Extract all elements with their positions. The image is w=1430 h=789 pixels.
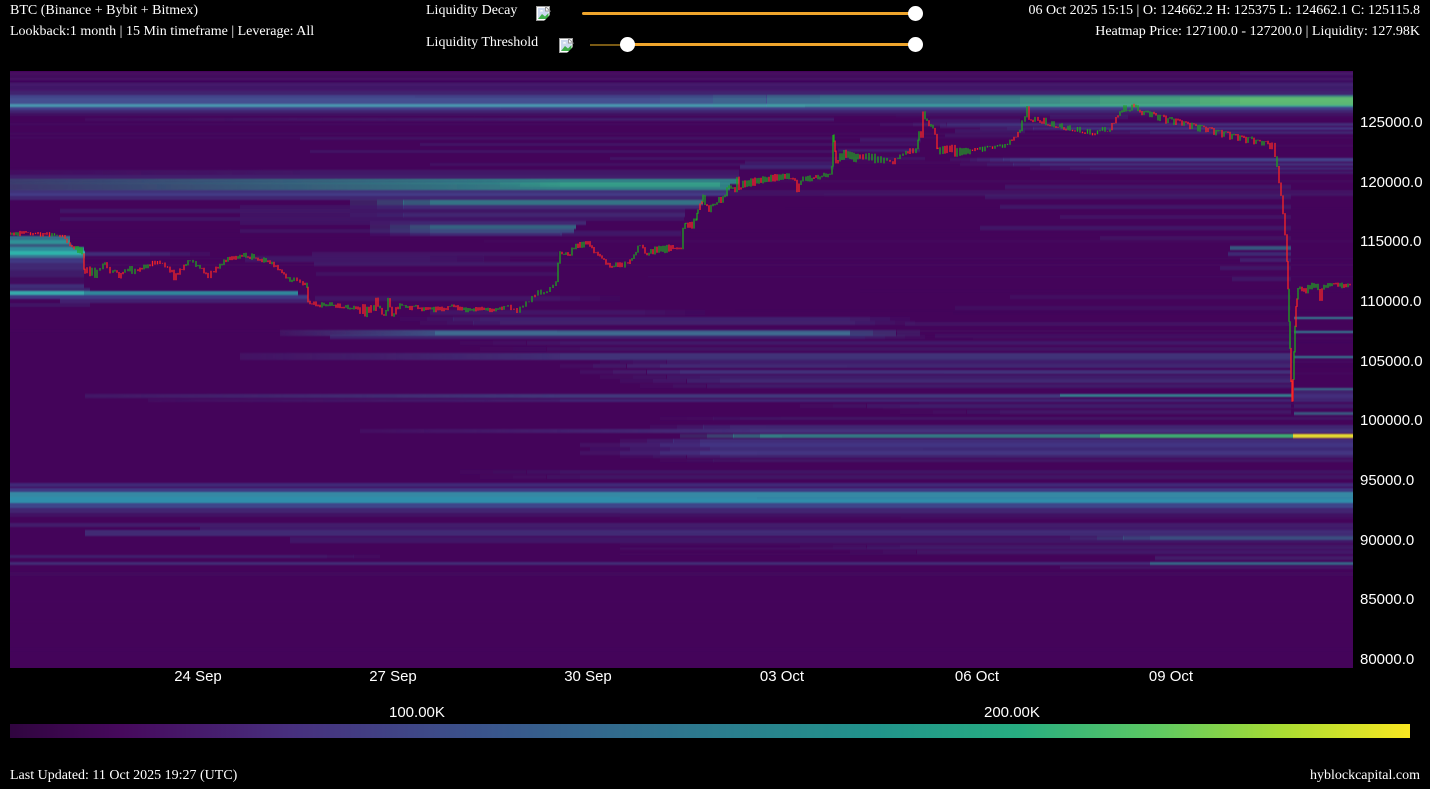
svg-text:115000.0: 115000.0 [1360, 233, 1421, 250]
svg-text:27 Sep: 27 Sep [369, 668, 417, 685]
svg-text:24 Sep: 24 Sep [174, 668, 222, 685]
svg-text:120000.0: 120000.0 [1360, 174, 1423, 191]
svg-text:90000.0: 90000.0 [1360, 532, 1414, 549]
svg-text:105000.0: 105000.0 [1360, 353, 1423, 370]
svg-text:30 Sep: 30 Sep [564, 668, 612, 685]
svg-text:09 Oct: 09 Oct [1149, 668, 1194, 685]
svg-text:06 Oct: 06 Oct [955, 668, 1000, 685]
svg-text:85000.0: 85000.0 [1360, 591, 1414, 608]
svg-text:110000.0: 110000.0 [1360, 293, 1421, 310]
svg-text:100000.0: 100000.0 [1360, 412, 1423, 429]
svg-text:03 Oct: 03 Oct [760, 668, 805, 685]
svg-text:95000.0: 95000.0 [1360, 472, 1414, 489]
svg-text:125000.0: 125000.0 [1360, 114, 1423, 131]
svg-text:80000.0: 80000.0 [1360, 651, 1414, 668]
